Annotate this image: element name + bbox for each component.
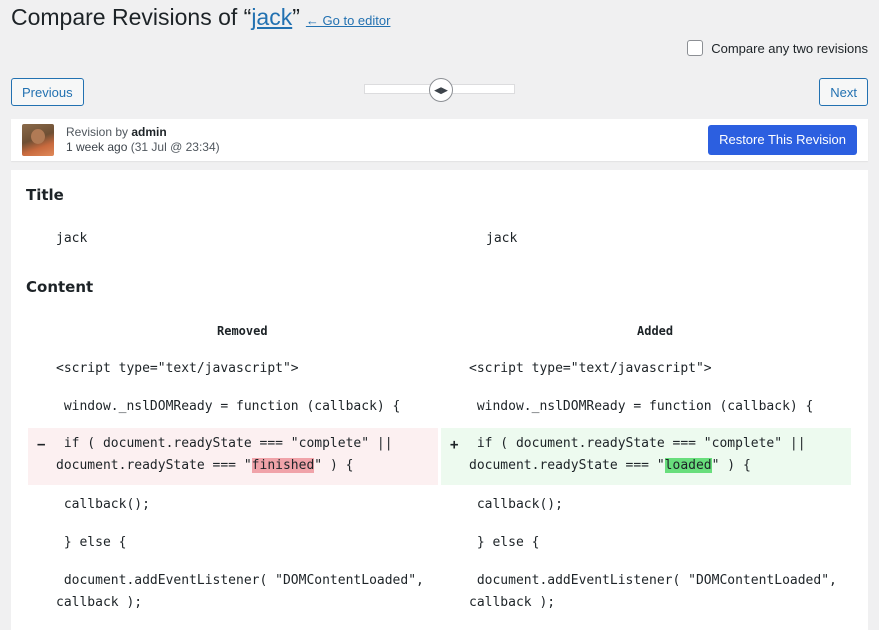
title-section-heading: Title <box>26 186 64 204</box>
removed-line-2-post: " ) { <box>314 458 354 473</box>
avatar <box>22 124 54 156</box>
revision-slider-handle[interactable]: ◀▶ <box>429 78 453 102</box>
compare-two-checkbox[interactable] <box>687 40 704 56</box>
go-to-editor-link[interactable]: ← Go to editor <box>306 13 391 28</box>
title-right-value: jack <box>486 231 518 246</box>
revision-by-label: Revision by <box>66 125 132 139</box>
added-line-2-post: " ) { <box>711 458 751 473</box>
diff-panel: Title jack jack Content Removed Added <s… <box>11 170 868 630</box>
removed-word: finished <box>251 458 315 473</box>
diff-line-left: } else { <box>56 535 127 550</box>
added-block: + if ( document.readyState === "complete… <box>441 428 851 485</box>
diff-line-right: } else { <box>469 535 540 550</box>
title-suffix: ” <box>292 4 300 30</box>
diff-line-right: <script type="text/javascript"> <box>469 361 712 376</box>
compare-two-label: Compare any two revisions <box>711 40 868 56</box>
diff-line-right: callback(); <box>469 497 563 512</box>
revision-meta-bar: Revision by admin 1 week ago (31 Jul @ 2… <box>11 119 868 161</box>
arrows-icon: ◀▶ <box>434 84 448 95</box>
previous-button[interactable]: Previous <box>11 78 84 106</box>
revision-info: Revision by admin 1 week ago (31 Jul @ 2… <box>66 125 220 155</box>
title-prefix: Compare Revisions of “ <box>11 4 252 30</box>
removed-line-1: if ( document.readyState === "complete" … <box>56 436 393 451</box>
revision-time: 1 week ago <box>66 140 128 154</box>
diff-line-left: callback(); <box>56 497 150 512</box>
diff-line-left: <script type="text/javascript"> <box>56 361 299 376</box>
plus-icon: + <box>450 437 459 453</box>
diff-line-right: callback ); <box>469 595 556 610</box>
revision-date: (31 Jul @ 23:34) <box>130 140 220 154</box>
added-word: loaded <box>664 458 712 473</box>
added-line-1: if ( document.readyState === "complete" … <box>469 436 806 451</box>
page-title: Compare Revisions of “jack” <box>11 4 300 31</box>
added-line-2: document.readyState === "loaded" ) { <box>469 455 751 477</box>
removed-column-header: Removed <box>217 324 268 338</box>
diff-line-left: document.addEventListener( "DOMContentLo… <box>56 573 424 588</box>
next-button[interactable]: Next <box>819 78 868 106</box>
diff-line-left: window._nslDOMReady = function (callback… <box>56 399 401 414</box>
diff-line-left: callback ); <box>56 595 143 610</box>
title-left-value: jack <box>56 231 88 246</box>
removed-line-2-pre: document.readyState === " <box>56 458 252 473</box>
added-column-header: Added <box>637 324 674 338</box>
content-section-heading: Content <box>26 278 94 296</box>
diff-line-right: window._nslDOMReady = function (callback… <box>469 399 814 414</box>
revision-author: admin <box>131 125 167 139</box>
added-line-2-pre: document.readyState === " <box>469 458 665 473</box>
compare-two-toggle[interactable]: Compare any two revisions <box>687 40 868 56</box>
minus-icon: − <box>37 437 46 453</box>
removed-line-2: document.readyState === "finished" ) { <box>56 455 353 477</box>
removed-block: − if ( document.readyState === "complete… <box>28 428 438 485</box>
diff-line-right: document.addEventListener( "DOMContentLo… <box>469 573 837 588</box>
restore-revision-button[interactable]: Restore This Revision <box>708 125 857 155</box>
page-header: Compare Revisions of “jack” ← Go to edit… <box>11 4 390 31</box>
post-title-link[interactable]: jack <box>251 4 292 30</box>
